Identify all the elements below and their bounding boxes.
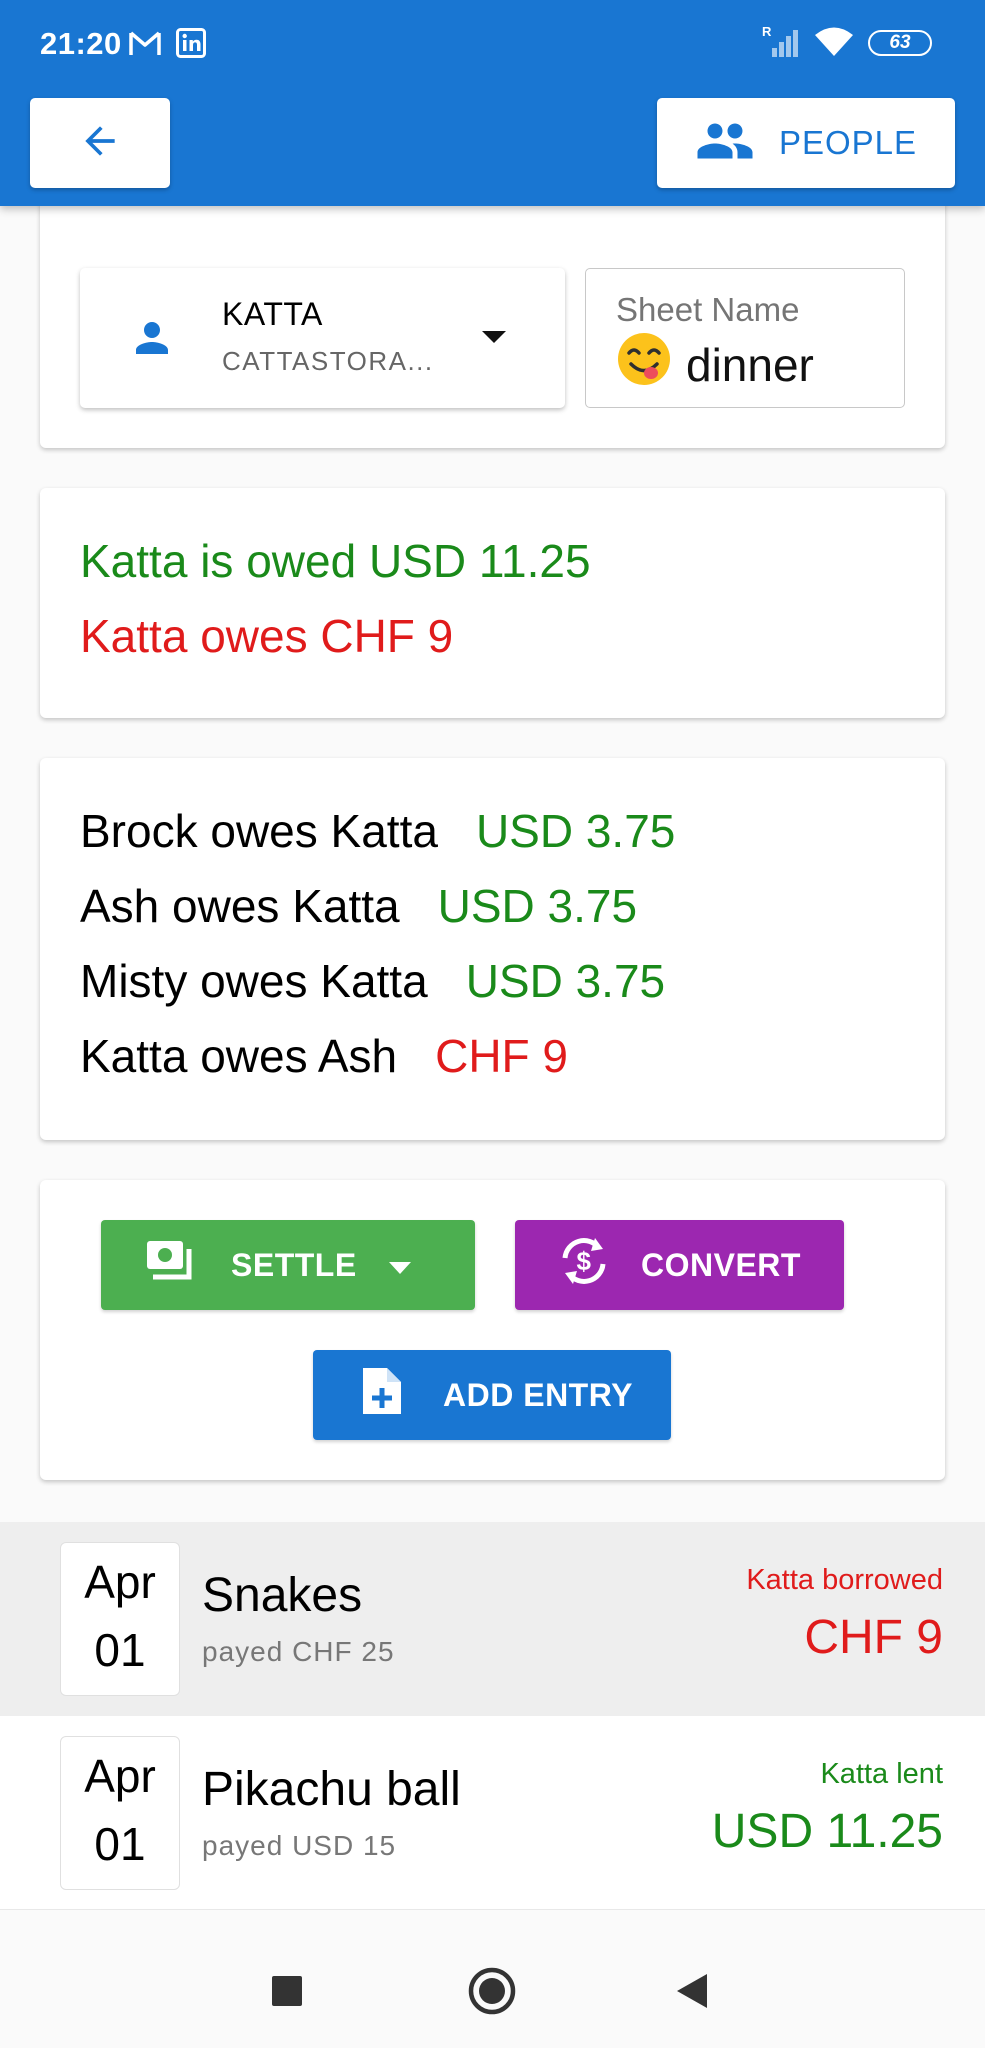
settle-label: SETTLE bbox=[231, 1246, 357, 1283]
chevron-down-icon bbox=[480, 328, 508, 351]
entry-day: 01 bbox=[94, 1624, 146, 1676]
yum-emoji-icon bbox=[616, 331, 686, 398]
add-entry-label: ADD ENTRY bbox=[443, 1376, 633, 1413]
entry-payed: payed USD 15 bbox=[202, 1830, 397, 1861]
people-button-label: PEOPLE bbox=[778, 124, 918, 161]
balance-summary-card: Katta is owed USD 11.25 Katta owes CHF 9 bbox=[40, 488, 945, 718]
entry-date: Apr 01 bbox=[60, 1736, 180, 1890]
debt-row: Brock owes Katta USD 3.75 bbox=[80, 804, 675, 858]
debt-row: Misty owes Katta USD 3.75 bbox=[80, 954, 665, 1008]
payments-icon bbox=[143, 1235, 199, 1295]
entry-month: Apr bbox=[84, 1556, 156, 1608]
signal-icon: R bbox=[762, 24, 804, 65]
person-selector[interactable]: KATTA CATTASTORA... bbox=[80, 268, 565, 408]
debt-amount: USD 3.75 bbox=[475, 805, 676, 857]
debt-amount: CHF 9 bbox=[435, 1030, 568, 1082]
debts-card: Brock owes Katta USD 3.75 Ash owes Katta U… bbox=[40, 758, 945, 1140]
home-circle-icon[interactable] bbox=[467, 1966, 517, 2021]
entry-who: Katta borrowed bbox=[746, 1564, 943, 1596]
entry-payed: payed CHF 25 bbox=[202, 1636, 395, 1667]
currency-exchange-icon: $ bbox=[555, 1232, 613, 1298]
app-header: 21:20 R 63 PEOPLE bbox=[0, 0, 985, 206]
arrow-back-icon bbox=[78, 119, 122, 168]
debt-text: Misty owes Katta bbox=[80, 955, 428, 1007]
add-entry-button[interactable]: ADD ENTRY bbox=[313, 1350, 671, 1440]
entry-title: Snakes bbox=[202, 1569, 363, 1622]
sheet-name-value: dinner bbox=[686, 338, 814, 391]
back-button[interactable] bbox=[30, 98, 170, 188]
status-time: 21:20 bbox=[40, 26, 122, 61]
entry-who: Katta lent bbox=[820, 1758, 943, 1790]
chevron-down-icon bbox=[387, 1247, 413, 1284]
entry-month: Apr bbox=[84, 1750, 156, 1802]
debt-row: Katta owes Ash CHF 9 bbox=[80, 1029, 568, 1083]
people-button[interactable]: PEOPLE bbox=[657, 98, 955, 188]
battery-level: 63 bbox=[889, 32, 911, 53]
entry-row[interactable]: Apr 01 Snakes payed CHF 25 Katta borrowe… bbox=[0, 1522, 985, 1716]
entry-title: Pikachu ball bbox=[202, 1763, 461, 1816]
sheet-name-field[interactable]: Sheet Name dinner bbox=[585, 268, 905, 408]
entry-amount: CHF 9 bbox=[804, 1611, 943, 1664]
entry-date: Apr 01 bbox=[60, 1542, 180, 1696]
summary-owes: Katta owes CHF 9 bbox=[80, 610, 454, 662]
person-name: KATTA bbox=[222, 296, 323, 332]
svg-text:$: $ bbox=[577, 1246, 592, 1276]
entry-amount: USD 11.25 bbox=[711, 1805, 943, 1858]
gmail-icon bbox=[128, 28, 162, 63]
debt-row: Ash owes Katta USD 3.75 bbox=[80, 879, 637, 933]
people-icon bbox=[695, 111, 755, 176]
sheet-header-card: KATTA CATTASTORA... Sheet Name dinner bbox=[40, 190, 945, 448]
person-subtitle: CATTASTORA... bbox=[222, 346, 434, 376]
debt-text: Ash owes Katta bbox=[80, 880, 400, 932]
settle-button[interactable]: SETTLE bbox=[101, 1220, 475, 1310]
person-icon bbox=[128, 314, 176, 367]
back-triangle-icon[interactable] bbox=[675, 1972, 709, 2015]
battery-icon: 63 bbox=[868, 30, 932, 56]
svg-text:R: R bbox=[762, 24, 772, 39]
wifi-icon bbox=[814, 26, 854, 63]
convert-button[interactable]: $ CONVERT bbox=[515, 1220, 844, 1310]
debt-text: Katta owes Ash bbox=[80, 1030, 398, 1082]
note-add-icon bbox=[359, 1364, 405, 1426]
entry-day: 01 bbox=[94, 1818, 146, 1870]
system-nav-bar bbox=[0, 1932, 985, 2048]
entry-row[interactable]: Apr 01 Pikachu ball payed USD 15 Katta l… bbox=[0, 1716, 985, 1910]
summary-owed: Katta is owed USD 11.25 bbox=[80, 535, 591, 587]
recents-square-icon[interactable] bbox=[270, 1974, 304, 2013]
sheet-name-label: Sheet Name bbox=[616, 291, 800, 328]
actions-card: SETTLE $ CONVERT ADD ENTRY bbox=[40, 1180, 945, 1480]
debt-text: Brock owes Katta bbox=[80, 805, 438, 857]
sheet-name-value-row: dinner bbox=[616, 331, 814, 398]
debt-amount: USD 3.75 bbox=[437, 880, 638, 932]
status-bar: 21:20 R 63 bbox=[0, 0, 985, 88]
convert-label: CONVERT bbox=[641, 1246, 801, 1283]
linkedin-icon bbox=[176, 28, 206, 63]
debt-amount: USD 3.75 bbox=[465, 955, 666, 1007]
